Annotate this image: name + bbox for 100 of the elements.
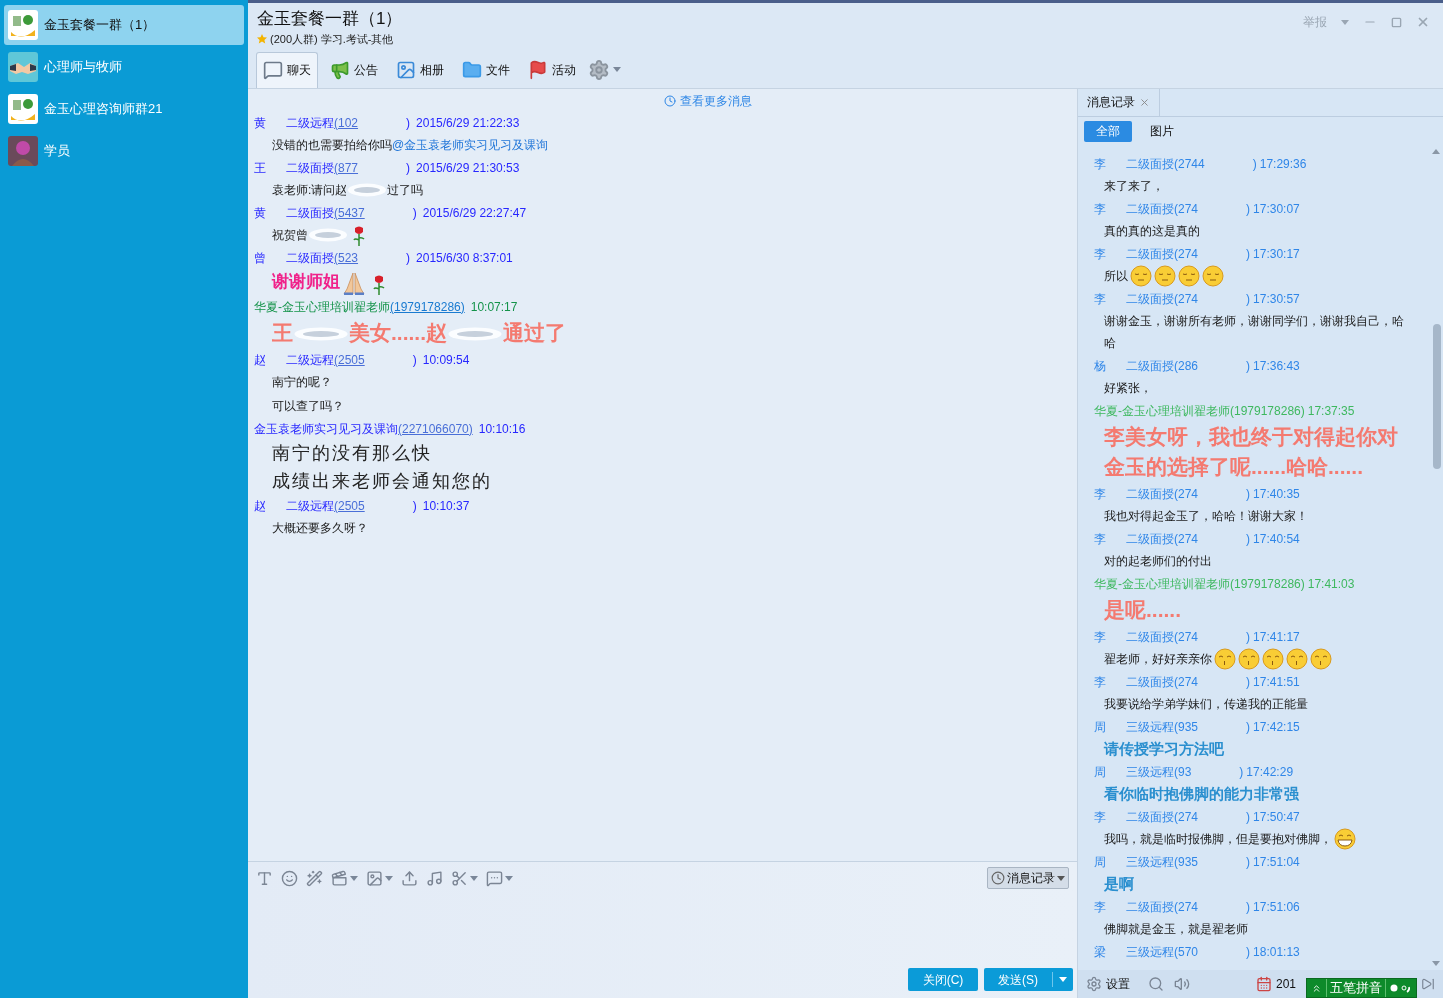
conversation-item[interactable]: 金玉套餐一群（1） [4, 5, 244, 45]
last-page-icon[interactable] [1421, 977, 1435, 991]
message-text: 通过了 [503, 320, 566, 344]
scroll-down-icon[interactable] [1432, 961, 1440, 966]
settings-icon[interactable] [1086, 976, 1102, 992]
sender-id-link[interactable]: (5437 [334, 202, 365, 223]
sleepy-face-icon [1130, 264, 1152, 287]
search-icon[interactable] [1148, 976, 1164, 992]
group-info: (200人群) 学习.考试-其他 [270, 32, 394, 47]
emoji-icon[interactable] [281, 869, 298, 887]
sender-name: 李 [1094, 245, 1106, 263]
mention-link[interactable]: @金玉袁老师实习见习及课询 [392, 137, 549, 152]
sender-name: 黄 [254, 114, 266, 132]
history-button[interactable]: 消息记录 [987, 867, 1069, 889]
sender-name: 李 [1094, 155, 1106, 173]
caret-icon[interactable] [1059, 977, 1067, 982]
message-time: 17:40:54 [1253, 530, 1300, 548]
image-icon[interactable] [366, 869, 383, 887]
clapperboard-icon[interactable] [331, 869, 348, 887]
settings-label[interactable]: 设置 [1106, 975, 1130, 993]
sender-id-end: ) [406, 249, 411, 267]
kissing-face-icon [1310, 647, 1332, 670]
more-messages-link[interactable]: 查看更多消息 [679, 91, 752, 110]
sender-name: 曾 [254, 249, 266, 267]
rose-icon [372, 274, 386, 295]
sender-group: 二级面授 [286, 247, 334, 268]
close-icon[interactable] [1416, 15, 1430, 29]
sender-name: 周 [1094, 853, 1106, 871]
message-text: 请传授学习方法吧 [1104, 739, 1224, 757]
message-time: 17:36:43 [1253, 357, 1300, 375]
input-method-label[interactable]: 五笔拼音 [1326, 979, 1386, 997]
message-text: 我也对得起金玉了，哈哈！谢谢大家！ [1104, 508, 1308, 523]
sender-group: 二级面授 [286, 157, 334, 178]
sender-name: 李 [1094, 200, 1106, 218]
caret-icon[interactable] [385, 875, 393, 881]
sleepy-face-icon [1178, 264, 1200, 287]
sender-id-end: ) [412, 497, 417, 515]
music-icon[interactable] [426, 869, 443, 887]
sender-id-link[interactable]: (2505 [334, 349, 365, 370]
calendar-icon[interactable] [1256, 976, 1272, 992]
sender-id-link[interactable]: (2271066070) [398, 418, 473, 439]
send-button[interactable]: 发送(S) [984, 968, 1073, 991]
punctuation-mode-icon[interactable] [1390, 983, 1412, 993]
sender-id-link[interactable]: (2505 [334, 495, 365, 516]
sender-id-link[interactable]: (1979178286) [390, 296, 465, 317]
settings-icon[interactable] [588, 58, 610, 81]
expand-icon[interactable] [1311, 982, 1322, 994]
caret-icon[interactable] [505, 875, 513, 881]
sender-group: 二级面授(286 [1126, 355, 1199, 376]
message-time: 17:37:35 [1307, 402, 1355, 420]
conversation-item[interactable]: 金玉心理咨询师群21 [4, 89, 244, 129]
close-button[interactable]: 关闭(C) [908, 968, 978, 991]
tab[interactable]: 公告 [324, 51, 384, 88]
sender-id-link[interactable]: (877 [334, 157, 359, 178]
sender-id-end: ) [1246, 853, 1251, 871]
upload-icon[interactable] [401, 869, 418, 887]
sender-id-link[interactable]: (523 [334, 247, 359, 268]
sleepy-face-icon [1154, 264, 1176, 287]
megaphone-icon [330, 59, 350, 80]
message-text: 谢谢师姐 [272, 271, 340, 291]
caret-icon[interactable] [1057, 875, 1065, 881]
sender-id-end: ) [412, 204, 417, 222]
filter-tab[interactable]: 图片 [1138, 120, 1186, 142]
tab[interactable]: 活动 [522, 51, 582, 88]
tab[interactable]: 聊天 [256, 51, 318, 88]
caret-icon[interactable] [470, 875, 478, 881]
sender-id-link[interactable]: (102 [334, 112, 359, 133]
history-tab[interactable]: 消息记录 [1078, 88, 1160, 116]
blurred-area [347, 183, 388, 198]
sender-name: 黄 [254, 204, 266, 222]
speaker-icon[interactable] [1174, 976, 1190, 992]
sender-id-end: ) [1246, 290, 1251, 308]
message-more-icon[interactable] [486, 869, 503, 887]
font-icon[interactable] [256, 869, 273, 887]
sender-name: 赵 [254, 351, 266, 369]
filter-tab[interactable]: 全部 [1084, 120, 1132, 142]
caret-icon[interactable] [613, 67, 621, 72]
sleepy-face-icon [1202, 264, 1224, 287]
message-time: 17:42:29 [1246, 763, 1294, 781]
group-logo-icon [8, 10, 38, 40]
message-text: 谢谢金玉，谢谢所有老师，谢谢同学们，谢谢我自己，哈哈 [1104, 313, 1404, 350]
tab[interactable]: 相册 [390, 51, 450, 88]
report-link[interactable]: 举报 [1303, 13, 1327, 31]
kissing-face-icon [1262, 647, 1284, 670]
tab[interactable]: 文件 [456, 51, 516, 88]
message-time: 17:41:51 [1253, 673, 1300, 691]
close-icon[interactable] [1139, 96, 1150, 108]
scissors-icon[interactable] [451, 869, 468, 887]
message-text: 是啊 [1104, 874, 1134, 892]
sender-group: 二级面授(2744 [1126, 153, 1205, 174]
scrollbar[interactable] [1433, 323, 1441, 469]
maximize-icon[interactable] [1391, 16, 1402, 28]
sender-name: 周 [1094, 718, 1106, 736]
scroll-up-icon[interactable] [1432, 148, 1440, 154]
conversation-item[interactable]: 学员 [4, 131, 244, 171]
conversation-item[interactable]: 心理师与牧师 [4, 47, 244, 87]
caret-icon[interactable] [350, 875, 358, 881]
magic-wand-icon[interactable] [306, 869, 323, 887]
message-time: 17:30:07 [1253, 200, 1300, 218]
message-time: 17:42:15 [1253, 718, 1300, 736]
